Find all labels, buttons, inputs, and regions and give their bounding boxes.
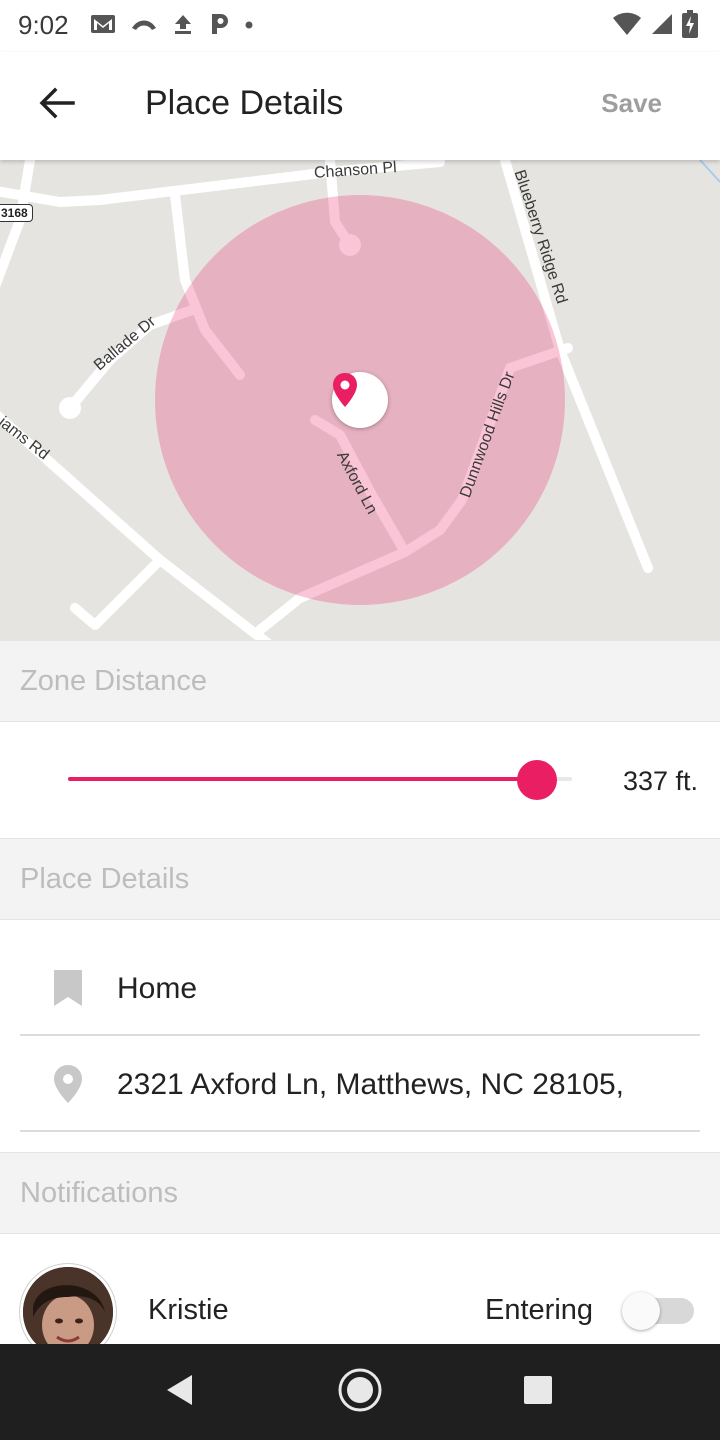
status-time: 9:02 bbox=[18, 10, 69, 40]
place-details-header: Place Details bbox=[0, 838, 720, 920]
place-name-row[interactable]: Home bbox=[0, 940, 720, 1036]
dot-icon bbox=[244, 17, 254, 35]
zone-distance-header: Zone Distance bbox=[0, 640, 720, 722]
parking-icon bbox=[208, 12, 230, 41]
notification-item: Kristie Entering bbox=[0, 1234, 720, 1344]
zone-distance-slider[interactable] bbox=[68, 777, 572, 781]
triangle-back-icon bbox=[164, 1373, 196, 1412]
status-system-icons bbox=[612, 10, 698, 43]
toggle-knob bbox=[622, 1292, 660, 1330]
place-name-field[interactable]: Home bbox=[117, 972, 197, 1006]
bookmark-icon bbox=[50, 968, 86, 1008]
page-title: Place Details bbox=[145, 84, 344, 122]
place-details-header-label: Place Details bbox=[20, 863, 190, 895]
missed-call-icon bbox=[130, 16, 158, 37]
zone-distance-row: 337 ft. bbox=[0, 722, 720, 838]
battery-charging-icon bbox=[682, 10, 698, 43]
circle-home-icon bbox=[337, 1367, 383, 1418]
nav-home-button[interactable] bbox=[334, 1366, 386, 1418]
location-pin-marker[interactable] bbox=[332, 372, 388, 428]
cell-signal-icon bbox=[650, 12, 674, 41]
notification-toggle[interactable] bbox=[622, 1292, 694, 1330]
notification-person-name: Kristie bbox=[148, 1294, 229, 1326]
route-shield: 3168 bbox=[0, 204, 33, 222]
slider-thumb[interactable] bbox=[516, 760, 557, 800]
status-bar: 9:02 bbox=[0, 0, 720, 52]
save-button[interactable]: Save bbox=[601, 88, 662, 119]
wifi-icon bbox=[612, 12, 642, 41]
avatar bbox=[20, 1264, 116, 1344]
notifications-header: Notifications bbox=[0, 1152, 720, 1234]
location-icon bbox=[50, 1064, 86, 1104]
zone-distance-value: 337 ft. bbox=[622, 766, 698, 796]
status-notification-icons bbox=[90, 12, 254, 40]
place-address-field[interactable]: 2321 Axford Ln, Matthews, NC 28105, bbox=[117, 1068, 624, 1102]
app-bar: Place Details Save bbox=[0, 52, 720, 160]
back-button[interactable] bbox=[30, 78, 84, 132]
notification-trigger-label: Entering bbox=[485, 1294, 594, 1326]
upload-icon bbox=[172, 13, 194, 40]
nav-back-button[interactable] bbox=[154, 1366, 206, 1418]
place-address-row[interactable]: 2321 Axford Ln, Matthews, NC 28105, bbox=[0, 1036, 720, 1132]
gmail-icon bbox=[90, 14, 116, 39]
map-view[interactable]: 3168 Chanson Pl Blueberry Ridge Rd Balla… bbox=[0, 160, 720, 640]
system-nav-bar bbox=[0, 1344, 720, 1440]
notifications-header-label: Notifications bbox=[20, 1177, 178, 1209]
zone-distance-header-label: Zone Distance bbox=[20, 665, 207, 697]
nav-recents-button[interactable] bbox=[512, 1366, 564, 1418]
square-recents-icon bbox=[522, 1374, 554, 1411]
slider-fill bbox=[68, 777, 537, 781]
divider bbox=[20, 1130, 700, 1132]
arrow-back-icon bbox=[39, 87, 75, 124]
